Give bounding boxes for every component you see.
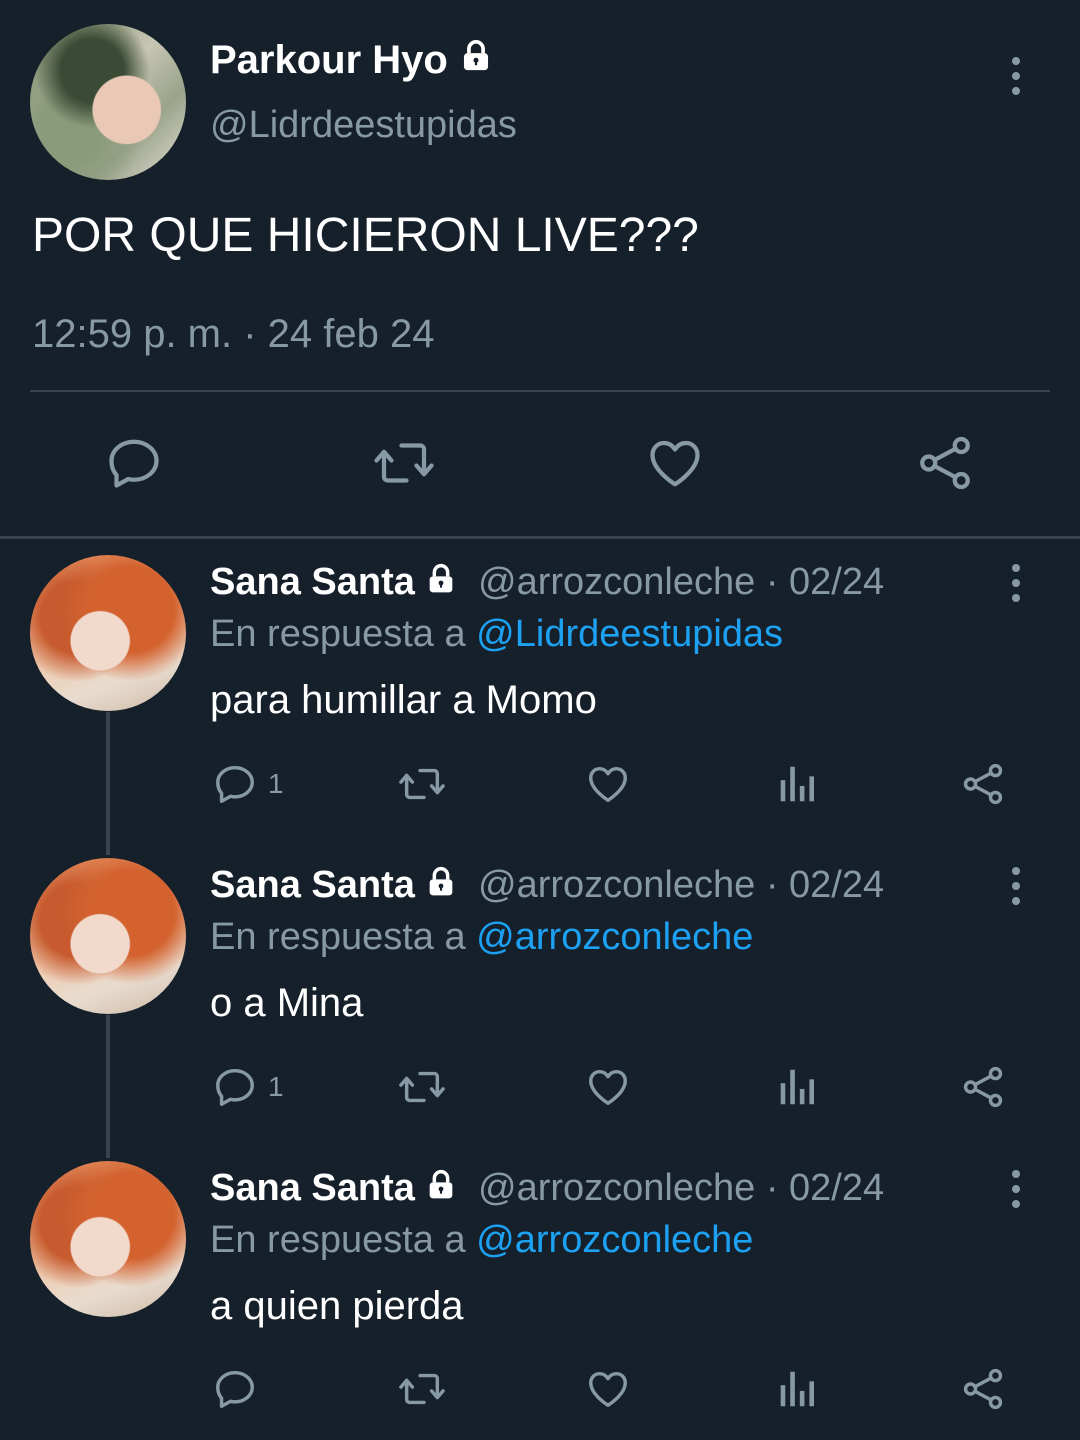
date: · 02/24	[765, 1167, 885, 1209]
like-icon[interactable]	[644, 433, 706, 493]
reply-prefix: En respuesta a	[210, 1219, 477, 1261]
display-name-text: Sana Santa	[210, 1167, 415, 1209]
handle[interactable]: @Lidrdeestupidas	[210, 104, 517, 147]
handle-and-date[interactable]: @arrozconleche · 02/24	[478, 864, 884, 907]
reply-to-link[interactable]: @Lidrdeestupidas	[476, 613, 783, 655]
thread-line	[106, 1015, 110, 1158]
handle-and-date[interactable]: @arrozconleche · 02/24	[478, 1167, 884, 1210]
reply-icon[interactable]	[212, 1064, 258, 1110]
more-options-icon[interactable]	[1008, 867, 1024, 905]
tweet-text: a quien pierda	[210, 1284, 464, 1328]
reply-icon[interactable]	[104, 433, 164, 493]
share-icon[interactable]	[915, 433, 975, 493]
share-icon[interactable]	[960, 761, 1006, 807]
reply-count: 1	[268, 1071, 284, 1102]
handle: @arrozconleche	[478, 1167, 756, 1209]
reply-context: En respuesta a @arrozconleche	[210, 1219, 753, 1262]
tweet-text: o a Mina	[210, 981, 364, 1025]
reply-prefix: En respuesta a	[210, 613, 477, 655]
analytics-icon[interactable]	[776, 1064, 816, 1110]
lock-icon	[463, 40, 489, 71]
handle: @arrozconleche	[478, 561, 756, 603]
reply-to-link[interactable]: @arrozconleche	[476, 1219, 753, 1261]
avatar[interactable]	[30, 858, 186, 1014]
display-name-text: Parkour Hyo	[210, 38, 448, 82]
lock-icon	[430, 1169, 453, 1199]
avatar[interactable]	[30, 1161, 186, 1317]
section-divider	[0, 536, 1080, 539]
date: · 02/24	[765, 561, 885, 603]
analytics-icon[interactable]	[776, 1366, 816, 1412]
thread-line	[106, 712, 110, 855]
more-options-icon[interactable]	[1008, 564, 1024, 602]
handle-and-date[interactable]: @arrozconleche · 02/24	[478, 561, 884, 604]
more-options-icon[interactable]	[1008, 1170, 1024, 1208]
analytics-icon[interactable]	[776, 761, 816, 807]
like-icon[interactable]	[584, 1366, 632, 1412]
main-tweet: Parkour Hyo @Lidrdeestupidas POR QUE HIC…	[0, 0, 1080, 536]
reply-context: En respuesta a @Lidrdeestupidas	[210, 613, 783, 656]
reply-icon[interactable]	[212, 1366, 258, 1412]
like-icon[interactable]	[584, 761, 632, 807]
timestamp[interactable]: 12:59 p. m. · 24 feb 24	[32, 312, 434, 357]
share-icon[interactable]	[960, 1366, 1006, 1412]
display-name[interactable]: Sana Santa	[210, 864, 457, 907]
retweet-icon[interactable]	[396, 1366, 448, 1412]
like-icon[interactable]	[584, 1064, 632, 1110]
reply-count: 1	[268, 768, 284, 799]
display-name-text: Sana Santa	[210, 561, 415, 603]
avatar[interactable]	[30, 555, 186, 711]
reply-context: En respuesta a @arrozconleche	[210, 916, 753, 959]
tweet-text: POR QUE HICIERON LIVE???	[32, 209, 699, 262]
divider	[30, 390, 1050, 392]
reply-to-link[interactable]: @arrozconleche	[476, 916, 753, 958]
date: · 02/24	[765, 864, 885, 906]
tweet-text: para humillar a Momo	[210, 678, 597, 722]
reply-prefix: En respuesta a	[210, 916, 477, 958]
retweet-icon[interactable]	[396, 1064, 448, 1110]
share-icon[interactable]	[960, 1064, 1006, 1110]
lock-icon	[430, 866, 453, 896]
display-name[interactable]: Sana Santa	[210, 561, 457, 604]
lock-icon	[430, 563, 453, 593]
reply-icon[interactable]	[212, 761, 258, 807]
display-name[interactable]: Sana Santa	[210, 1167, 457, 1210]
retweet-icon[interactable]	[370, 433, 438, 493]
handle: @arrozconleche	[478, 864, 756, 906]
display-name-text: Sana Santa	[210, 864, 415, 906]
retweet-icon[interactable]	[396, 761, 448, 807]
avatar[interactable]	[30, 24, 186, 180]
more-options-icon[interactable]	[1008, 57, 1024, 95]
display-name[interactable]: Parkour Hyo	[210, 38, 493, 83]
